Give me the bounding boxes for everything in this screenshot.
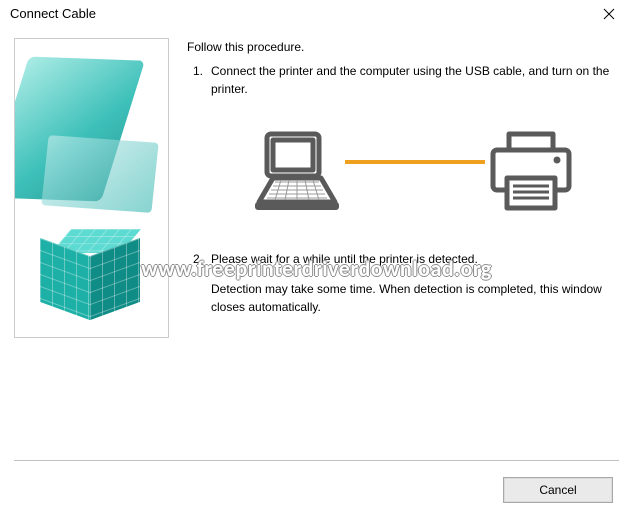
step-number: 1. xyxy=(187,62,211,98)
close-icon xyxy=(603,8,615,20)
usb-cable-line xyxy=(345,160,485,164)
window-title: Connect Cable xyxy=(10,6,96,21)
cube-decor-icon xyxy=(14,38,169,338)
instructions-panel: Follow this procedure. 1. Connect the pr… xyxy=(187,38,619,338)
laptop-icon xyxy=(249,128,345,216)
cancel-button[interactable]: Cancel xyxy=(503,477,613,503)
step-number: 2. xyxy=(187,250,211,268)
step-text: Connect the printer and the computer usi… xyxy=(211,62,619,98)
connection-diagram xyxy=(187,112,619,232)
step-text: Please wait for a while until the printe… xyxy=(211,250,619,268)
printer-icon xyxy=(485,128,577,216)
close-button[interactable] xyxy=(589,2,629,26)
instructions-note: Detection may take some time. When detec… xyxy=(211,280,619,316)
instructions-intro: Follow this procedure. xyxy=(187,38,619,56)
